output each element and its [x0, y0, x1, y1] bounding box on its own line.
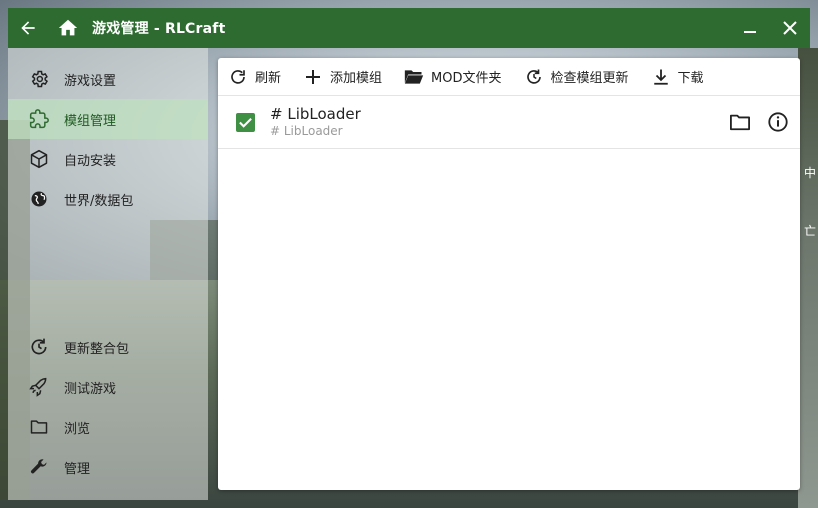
- sidebar-item-game-settings[interactable]: 游戏设置: [8, 59, 208, 99]
- home-icon: [58, 19, 78, 36]
- list-item[interactable]: # LibLoader # LibLoader: [218, 96, 800, 149]
- download-icon: [651, 67, 671, 87]
- sidebar: 游戏设置 模组管理 自动安装 世界/数据包 更新整合包 测试游戏 浏览 管理: [8, 48, 208, 500]
- minimize-button[interactable]: [730, 8, 770, 48]
- sidebar-item-label: 模组管理: [64, 113, 117, 129]
- row-actions: [728, 110, 790, 134]
- refresh-label: 刷新: [255, 71, 282, 86]
- folder-icon: [730, 114, 750, 131]
- wrench-icon: [28, 456, 50, 478]
- rocket-icon: [28, 376, 50, 398]
- info-button[interactable]: [766, 110, 790, 134]
- mod-enabled-checkbox[interactable]: [236, 113, 255, 132]
- open-folder-button[interactable]: [728, 110, 752, 134]
- add-mod-label: 添加模组: [330, 71, 383, 86]
- check-icon: [239, 118, 252, 128]
- mod-name: # LibLoader: [270, 105, 361, 123]
- sidebar-item-label: 游戏设置: [64, 73, 117, 89]
- sidebar-item-browse[interactable]: 浏览: [8, 407, 208, 447]
- sidebar-item-mod-management[interactable]: 模组管理: [8, 99, 208, 139]
- check-mod-updates-button[interactable]: 检查模组更新: [524, 67, 629, 87]
- mod-list-panel: 刷新 添加模组 MOD文件夹 检查模组更新 下载 # LibLoader # L…: [218, 58, 800, 490]
- folder-open-icon: [404, 67, 424, 87]
- mod-info: # LibLoader # LibLoader: [270, 104, 361, 139]
- mod-folder-button[interactable]: MOD文件夹: [404, 67, 502, 87]
- sidebar-item-worlds-datapacks[interactable]: 世界/数据包: [8, 179, 208, 219]
- sidebar-item-label: 浏览: [64, 421, 91, 437]
- back-button[interactable]: [8, 8, 48, 48]
- home-button[interactable]: [48, 8, 88, 48]
- sidebar-item-test-game[interactable]: 测试游戏: [8, 367, 208, 407]
- background-text: 中: [804, 166, 817, 180]
- update-icon: [524, 67, 544, 87]
- refresh-button[interactable]: 刷新: [228, 67, 281, 87]
- minimize-icon: [744, 31, 756, 33]
- sidebar-item-label: 世界/数据包: [64, 193, 134, 209]
- check-mod-updates-label: 检查模组更新: [550, 71, 629, 86]
- close-button[interactable]: [770, 8, 810, 48]
- cube-icon: [28, 148, 50, 170]
- sidebar-item-manage[interactable]: 管理: [8, 447, 208, 487]
- window-title: 游戏管理 - RLCraft: [92, 21, 226, 37]
- sidebar-item-label: 自动安装: [64, 153, 117, 169]
- toolbar: 刷新 添加模组 MOD文件夹 检查模组更新 下载: [218, 58, 800, 96]
- mod-subtitle: # LibLoader: [270, 124, 343, 138]
- plus-icon: [303, 67, 323, 87]
- sidebar-item-auto-install[interactable]: 自动安装: [8, 139, 208, 179]
- arrow-left-icon: [21, 21, 35, 35]
- title-bar: 游戏管理 - RLCraft: [8, 8, 810, 48]
- update-icon: [28, 336, 50, 358]
- gear-icon: [28, 68, 50, 90]
- globe-icon: [28, 188, 50, 210]
- sidebar-item-label: 管理: [64, 461, 91, 477]
- sidebar-item-update-modpack[interactable]: 更新整合包: [8, 327, 208, 367]
- puzzle-icon: [28, 108, 50, 130]
- sidebar-item-label: 测试游戏: [64, 381, 117, 397]
- background-panel-right: 中 亡: [798, 48, 818, 508]
- info-icon: [768, 112, 788, 132]
- add-mod-button[interactable]: 添加模组: [303, 67, 382, 87]
- close-icon: [783, 21, 797, 35]
- folder-icon: [28, 416, 50, 438]
- download-label: 下载: [677, 71, 704, 86]
- background-text: 亡: [804, 224, 817, 238]
- sidebar-item-label: 更新整合包: [64, 341, 130, 357]
- mod-folder-label: MOD文件夹: [431, 71, 502, 86]
- download-button[interactable]: 下载: [651, 67, 704, 87]
- refresh-icon: [228, 67, 248, 87]
